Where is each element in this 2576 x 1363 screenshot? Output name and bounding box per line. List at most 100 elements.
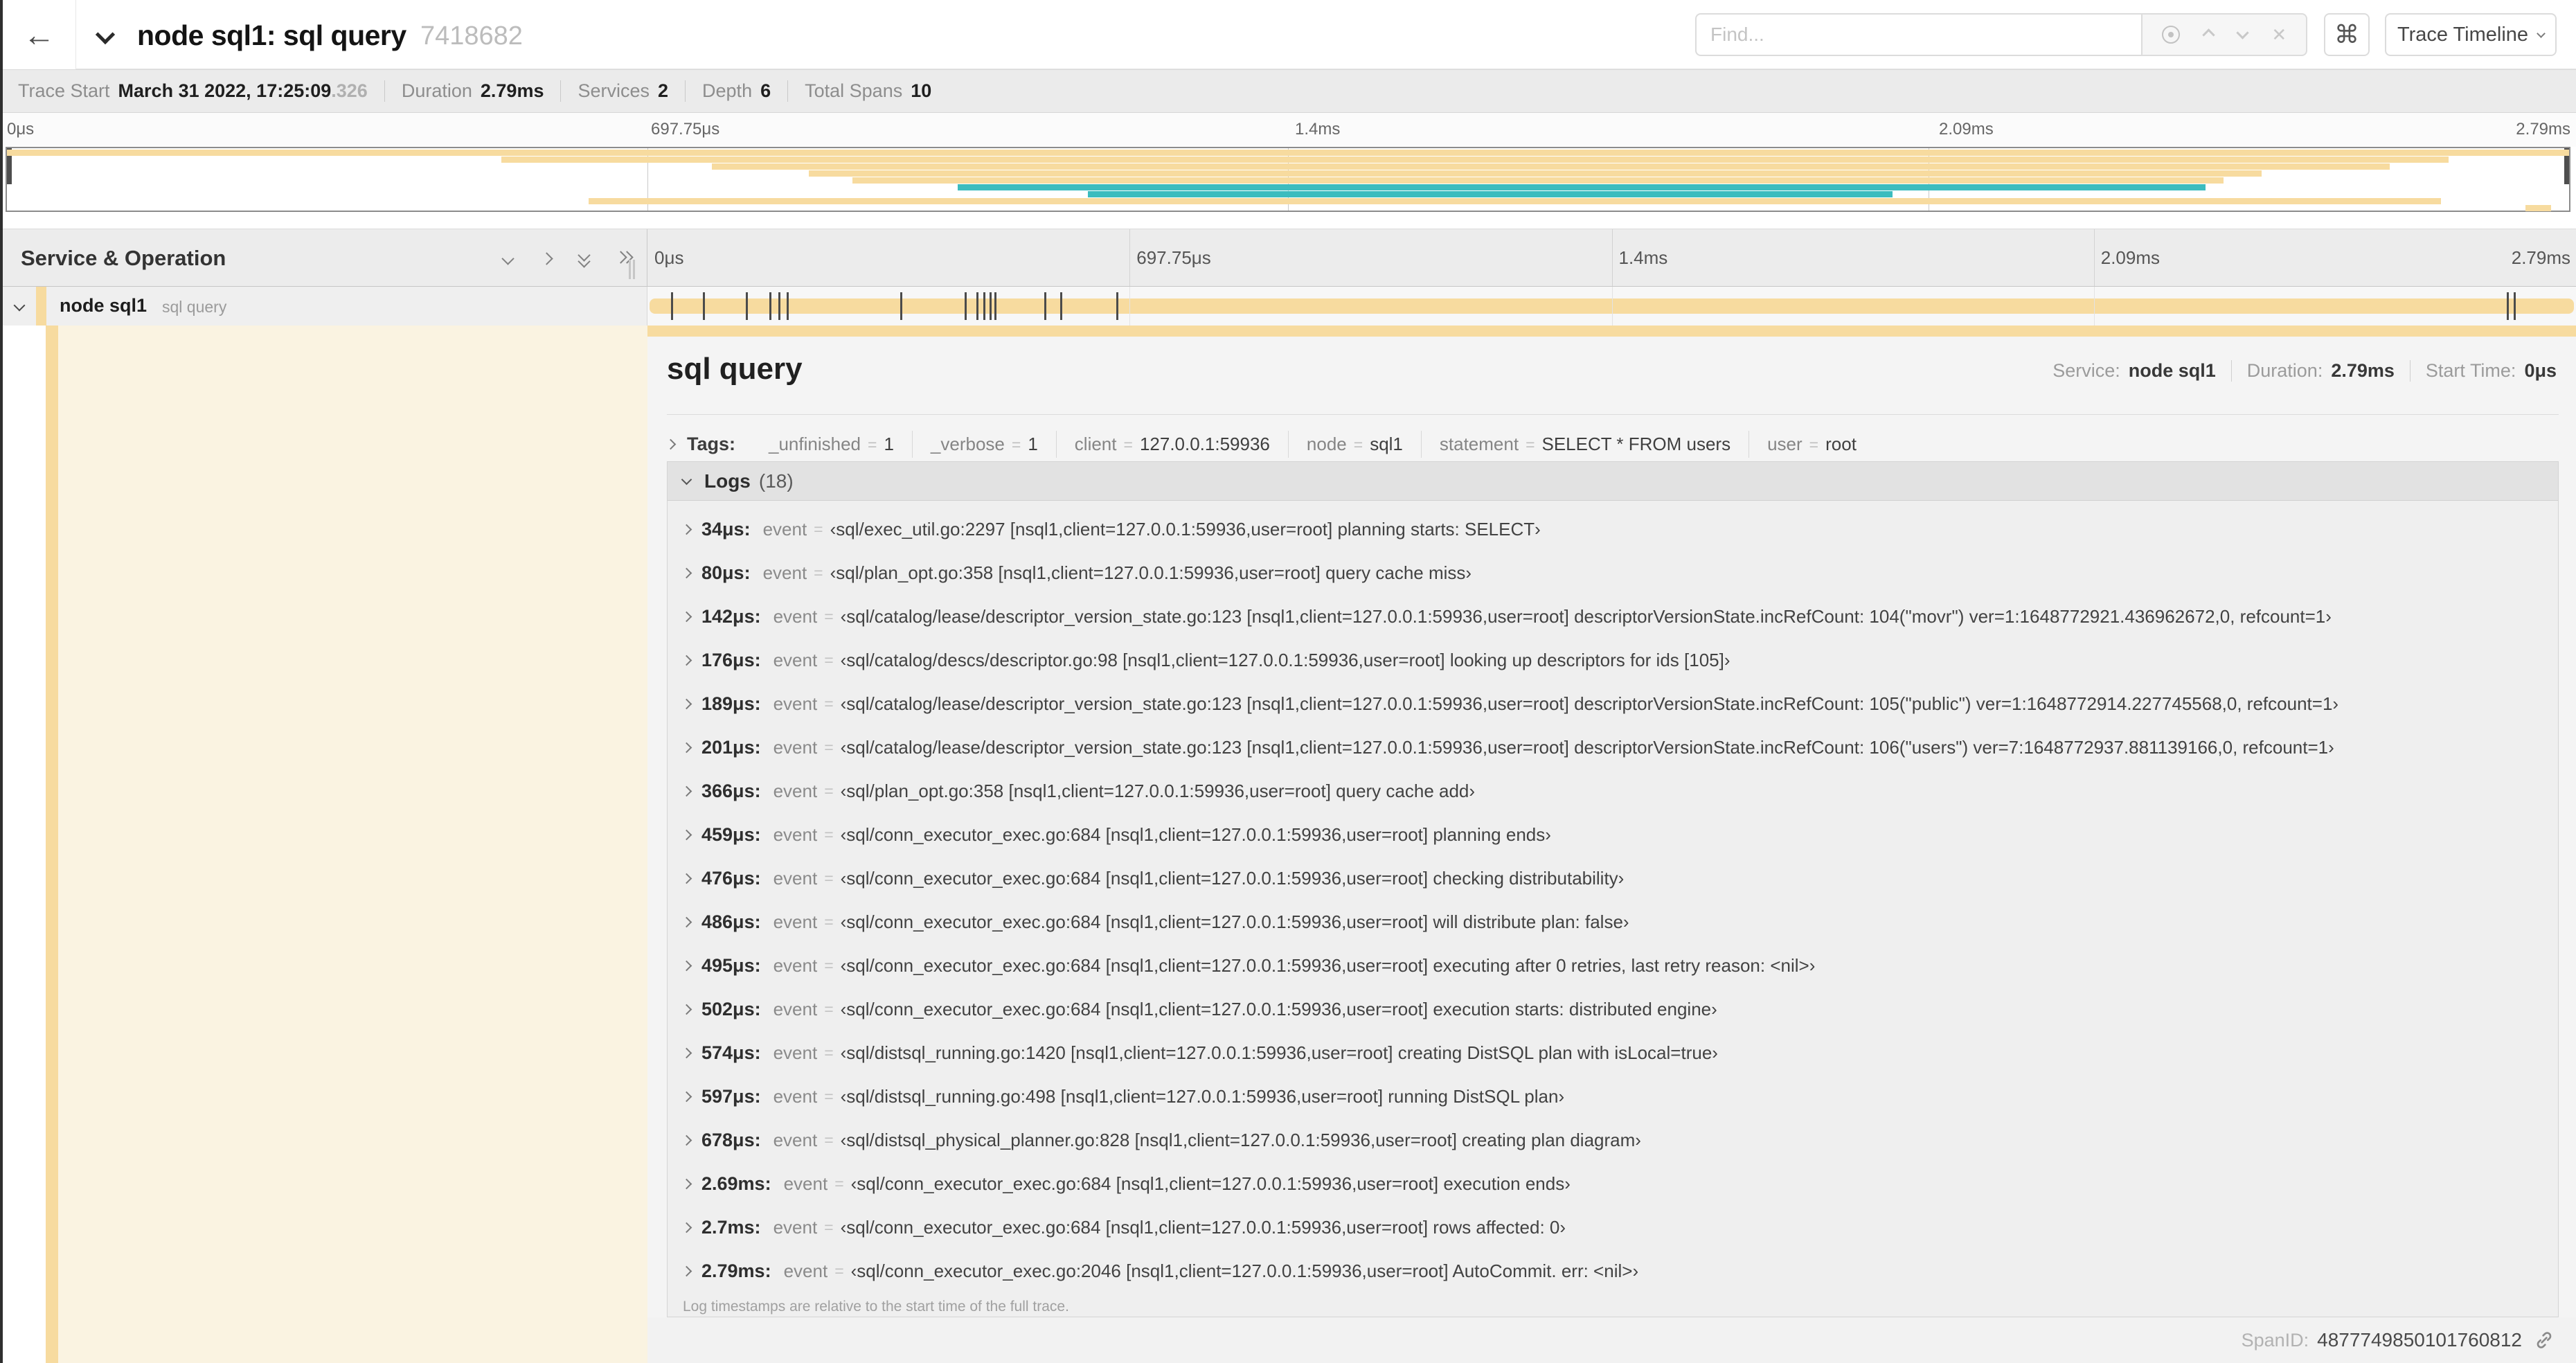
span-row[interactable]: node sql1 sql query [0,287,2576,326]
window-left-edge [0,0,3,1363]
span-id-value: 4877749850101760812 [2317,1329,2522,1351]
log-row[interactable]: 34μs: event = ‹sql/exec_util.go:2297 [nsql1… [668,508,2558,551]
trace-meta-item: Depth 6 [685,80,787,102]
logs-footnote: Log timestamps are relative to the start… [683,1299,1069,1315]
trace-meta-label: Services [578,80,650,101]
log-row[interactable]: 366μs: event = ‹sql/plan_opt.go:358 [nsql1,… [668,769,2558,813]
tags-accordion[interactable]: Tags: _unfinished = 1 _verbose = 1 client = 127.… [665,427,2559,461]
log-row[interactable]: 597μs: event = ‹sql/distsql_running.go:498 … [668,1075,2558,1119]
log-row[interactable]: 2.79ms: event = ‹sql/conn_executor_exec.go:… [668,1249,2558,1293]
tag-key: node [1306,433,1347,454]
trace-meta-value: 10 [911,80,932,101]
detail-operation-title: sql query [667,352,803,386]
chevron-right-icon [681,916,692,928]
log-timestamp: 486μs: [701,911,761,932]
log-field-value: ‹sql/distsql_running.go:1420 [nsql1,clie… [840,1042,1718,1063]
equals-sign: = [824,913,834,931]
timeline-header: Service & Operation 0μs 697.75μs 1.4ms 2.09… [0,229,2576,287]
find-controls: ✕ [2141,13,2307,56]
log-field-value: ‹sql/conn_executor_exec.go:684 [nsql1,cl… [840,955,1816,976]
log-timestamp: 574μs: [701,1042,761,1063]
log-timestamp: 495μs: [701,955,761,976]
log-timestamp: 476μs: [701,868,761,889]
tag-value: SELECT * FROM users [1541,433,1731,454]
timeline-gridline [1611,287,1613,326]
equals-sign: = [824,782,834,800]
column-resize-handle[interactable] [627,260,638,279]
span-collapse-chevron-icon[interactable] [13,299,26,312]
trace-title-chevron-down-icon[interactable] [95,24,116,45]
log-row[interactable]: 495μs: event = ‹sql/conn_executor_exec.go:6… [668,944,2558,988]
log-row[interactable]: 201μs: event = ‹sql/catalog/lease/descripto… [668,726,2558,769]
clear-find-icon[interactable]: ✕ [2271,26,2287,44]
detail-meta-label: Duration: [2246,360,2323,381]
log-marker [990,292,992,320]
focus-match-icon[interactable] [2161,26,2180,44]
log-field-key: event [773,868,818,889]
log-field-key: event [783,1173,828,1194]
equals-sign: = [1526,435,1535,454]
collapse-one-icon[interactable] [497,250,518,267]
log-field-key: event [773,955,818,976]
tag-value: 127.0.0.1:59936 [1139,433,1270,454]
service-operation-header: Service & Operation [0,229,647,286]
back-button[interactable]: ← [3,0,76,69]
log-field-value: ‹sql/conn_executor_exec.go:684 [nsql1,cl… [840,999,1717,1019]
expand-one-icon[interactable] [536,250,557,267]
chevron-right-icon [681,524,692,535]
equals-sign: = [814,520,823,538]
chevron-right-icon [681,1178,692,1190]
chevron-right-icon [681,654,692,666]
logs-header[interactable]: Logs (18) [668,462,2558,501]
log-marker [2507,292,2510,320]
log-row[interactable]: 2.69ms: event = ‹sql/conn_executor_exec.go:… [668,1162,2558,1206]
log-field-value: ‹sql/catalog/lease/descriptor_version_st… [840,737,2334,758]
trace-meta-label: Trace Start [18,80,110,101]
log-row[interactable]: 574μs: event = ‹sql/distsql_running.go:1420… [668,1031,2558,1075]
chevron-right-icon [681,567,692,579]
equals-sign: = [824,1218,834,1236]
tag-key: _verbose [930,433,1005,454]
log-row[interactable]: 2.7ms: event = ‹sql/conn_executor_exec.go:6… [668,1206,2558,1249]
log-row[interactable]: 80μs: event = ‹sql/plan_opt.go:358 [nsql1,c… [668,551,2558,595]
log-field-key: event [773,650,818,670]
minimap-span-bar [711,163,2390,170]
span-row-name-column[interactable]: node sql1 sql query [0,287,647,326]
next-match-icon[interactable] [2236,26,2249,39]
log-row[interactable]: 678μs: event = ‹sql/distsql_physical_planne… [668,1119,2558,1162]
log-row[interactable]: 176μs: event = ‹sql/catalog/descs/descripto… [668,639,2558,682]
equals-sign: = [1011,435,1021,454]
span-detail-panel: sql query Service: node sql1 Duration: 2.79… [647,326,2576,1363]
tag-item: _verbose = 1 [911,430,1056,458]
log-timestamp: 2.7ms: [701,1217,761,1238]
view-selector-dropdown[interactable]: Trace Timeline [2385,13,2557,56]
minimap-canvas[interactable] [6,147,2570,212]
timeline-gridline [2093,287,2095,326]
log-row[interactable]: 459μs: event = ‹sql/conn_executor_exec.go:6… [668,813,2558,857]
equals-sign: = [834,1262,844,1280]
log-row[interactable]: 476μs: event = ‹sql/conn_executor_exec.go:6… [668,857,2558,900]
prev-match-icon[interactable] [2202,28,2216,42]
ruler-tick-label: 2.79ms [2511,247,2570,268]
view-selector-label: Trace Timeline [2397,23,2529,46]
collapse-all-icon[interactable] [575,249,596,268]
chevron-down-icon [2537,28,2546,38]
trace-meta-label: Duration [401,80,472,101]
log-row[interactable]: 486μs: event = ‹sql/conn_executor_exec.go:6… [668,900,2558,944]
equals-sign: = [824,1087,834,1105]
log-row[interactable]: 142μs: event = ‹sql/catalog/lease/descripto… [668,595,2558,639]
find-input[interactable] [1695,13,2141,56]
ruler-tick-label: 697.75μs [651,120,720,139]
tag-item: statement = SELECT * FROM users [1420,430,1748,458]
log-field-key: event [773,781,818,801]
keyboard-shortcuts-button[interactable]: ⌘ [2324,13,2370,56]
log-timestamp: 176μs: [701,650,761,670]
log-marker [2514,292,2516,320]
copy-link-icon[interactable] [2533,1329,2555,1351]
log-row[interactable]: 502μs: event = ‹sql/conn_executor_exec.go:6… [668,988,2558,1031]
log-field-value: ‹sql/conn_executor_exec.go:684 [nsql1,cl… [850,1173,1571,1194]
log-field-value: ‹sql/plan_opt.go:358 [nsql1,client=127.0… [840,781,1476,801]
trace-meta-item: Total Spans 10 [787,80,948,102]
log-marker [1044,292,1046,320]
log-row[interactable]: 189μs: event = ‹sql/catalog/lease/descripto… [668,682,2558,726]
